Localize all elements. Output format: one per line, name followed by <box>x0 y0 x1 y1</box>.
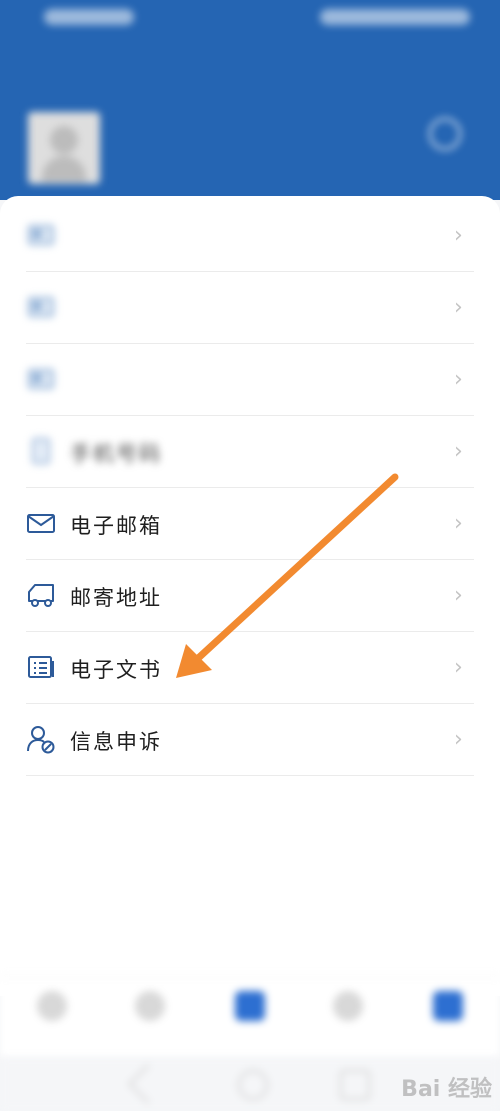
list-item-label: 电子文书 <box>70 658 162 682</box>
list-item-1[interactable]: › <box>26 200 474 272</box>
chevron-right-icon: › <box>454 655 463 680</box>
chevron-right-icon: › <box>454 223 463 248</box>
list-item-mailing-address[interactable]: 邮寄地址 › <box>26 560 474 632</box>
phone-icon <box>26 436 56 466</box>
nav-home[interactable] <box>12 987 92 1051</box>
chevron-right-icon: › <box>454 439 463 464</box>
chevron-right-icon: › <box>454 295 463 320</box>
avatar[interactable] <box>28 112 100 184</box>
list-item-e-document[interactable]: 电子文书 › <box>26 632 474 704</box>
chevron-right-icon: › <box>454 583 463 608</box>
user-appeal-icon <box>26 724 56 754</box>
nav-hall[interactable] <box>308 987 388 1051</box>
switch-icon <box>429 118 461 150</box>
watermark: Bai 经验 <box>401 1077 492 1102</box>
list-item-2[interactable]: › <box>26 272 474 344</box>
list-item-label: 信息申诉 <box>70 730 162 754</box>
info-card: › › › 手机号码 › 电子邮箱 › 邮寄地址 › 电子文书 › 信息申诉 › <box>0 196 500 996</box>
switch-account-button[interactable] <box>418 116 472 186</box>
nav-profile[interactable] <box>408 987 488 1051</box>
id-card-icon <box>26 220 56 250</box>
list-item-label: 邮寄地址 <box>70 586 162 610</box>
truck-icon <box>26 580 56 610</box>
nav-center[interactable] <box>210 987 290 1051</box>
id-card-icon <box>26 364 56 394</box>
profile-header <box>0 36 500 200</box>
center-icon <box>235 991 265 1021</box>
list-item-label: 手机号码 <box>70 442 162 466</box>
back-icon[interactable] <box>128 1064 168 1104</box>
list-item-phone[interactable]: 手机号码 › <box>26 416 474 488</box>
list-item-email[interactable]: 电子邮箱 › <box>26 488 474 560</box>
mail-icon <box>26 508 56 538</box>
status-bar <box>0 0 500 36</box>
chevron-right-icon: › <box>454 727 463 752</box>
list-item-label: 电子邮箱 <box>70 514 162 538</box>
document-icon <box>26 652 56 682</box>
chevron-right-icon: › <box>454 367 463 392</box>
home-circle-icon[interactable] <box>238 1070 268 1100</box>
battery-time-indicators <box>320 9 470 25</box>
signal-indicators <box>44 9 134 25</box>
id-card-icon <box>26 292 56 322</box>
recents-icon[interactable] <box>340 1070 370 1100</box>
chevron-right-icon: › <box>454 511 463 536</box>
profile-icon <box>433 991 463 1021</box>
nav-service[interactable] <box>110 987 190 1051</box>
service-icon <box>135 991 165 1021</box>
hall-icon <box>333 991 363 1021</box>
bottom-navigation <box>0 976 500 1059</box>
list-item-3[interactable]: › <box>26 344 474 416</box>
list-item-info-appeal[interactable]: 信息申诉 › <box>26 704 474 776</box>
home-icon <box>37 991 67 1021</box>
